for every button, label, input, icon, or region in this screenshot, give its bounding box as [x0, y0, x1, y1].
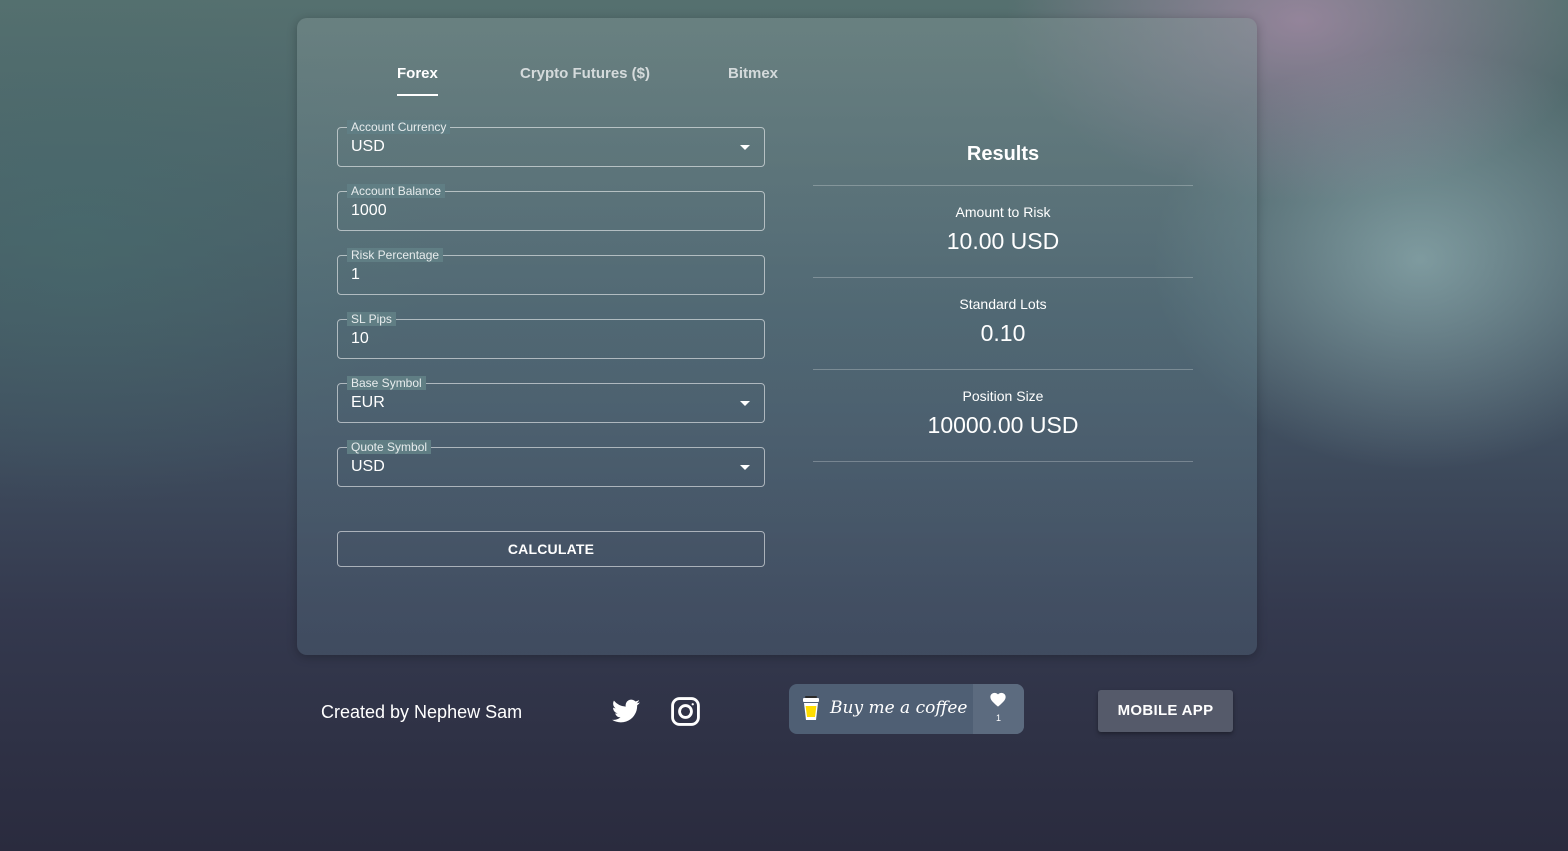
footer-credit: Created by Nephew Sam: [321, 702, 523, 722]
result-value: 0.10: [980, 320, 1026, 346]
calculate-button[interactable]: CALCULATE: [337, 531, 765, 567]
result-label: Standard Lots: [959, 296, 1047, 312]
base-symbol-select[interactable]: Base Symbol EUR: [337, 376, 765, 423]
risk-percentage-input[interactable]: Risk Percentage 1: [337, 248, 765, 295]
sl-pips-input[interactable]: SL Pips 10: [337, 312, 765, 359]
dropdown-caret-icon: [740, 145, 750, 150]
heart-icon: [989, 691, 1007, 712]
account-currency-value: USD: [351, 138, 385, 155]
coffee-like-button[interactable]: 1: [973, 684, 1024, 734]
result-value: 10000.00 USD: [927, 412, 1079, 438]
quote-symbol-label: Quote Symbol: [347, 440, 432, 454]
instagram-icon[interactable]: [670, 696, 701, 732]
account-balance-value: 1000: [351, 202, 387, 219]
result-position-size: Position Size 10000.00 USD: [813, 370, 1193, 462]
dropdown-caret-icon: [740, 401, 750, 406]
base-symbol-label: Base Symbol: [347, 376, 426, 390]
quote-symbol-value: USD: [351, 458, 385, 475]
account-currency-label: Account Currency: [347, 120, 451, 134]
tab-crypto-futures[interactable]: Crypto Futures ($): [520, 56, 650, 96]
coffee-cup-icon: [802, 696, 820, 727]
risk-percentage-value: 1: [351, 266, 360, 283]
result-label: Position Size: [962, 388, 1044, 404]
base-symbol-value: EUR: [351, 394, 385, 411]
tab-forex[interactable]: Forex: [397, 56, 438, 96]
sl-pips-label: SL Pips: [347, 312, 396, 326]
account-currency-select[interactable]: Account Currency USD: [337, 120, 765, 167]
dropdown-caret-icon: [740, 465, 750, 470]
calculator-card: Forex Crypto Futures ($) Bitmex Account …: [297, 18, 1257, 655]
coffee-count: 1: [995, 713, 1001, 723]
result-standard-lots: Standard Lots 0.10: [813, 278, 1193, 370]
results-title: Results: [813, 138, 1193, 186]
quote-symbol-select[interactable]: Quote Symbol USD: [337, 440, 765, 487]
risk-percentage-label: Risk Percentage: [347, 248, 444, 262]
result-label: Amount to Risk: [955, 204, 1051, 220]
result-amount-to-risk: Amount to Risk 10.00 USD: [813, 186, 1193, 278]
result-value: 10.00 USD: [946, 228, 1060, 254]
mobile-app-button[interactable]: MOBILE APP: [1098, 690, 1233, 732]
account-balance-label: Account Balance: [347, 184, 446, 198]
buy-me-a-coffee-label: Buy me a coffee: [830, 698, 968, 718]
results-panel: Results Amount to Risk 10.00 USD Standar…: [813, 138, 1193, 462]
buy-me-a-coffee-button[interactable]: Buy me a coffee: [789, 684, 973, 734]
account-balance-input[interactable]: Account Balance 1000: [337, 184, 765, 231]
twitter-icon[interactable]: [610, 697, 642, 730]
sl-pips-value: 10: [351, 330, 369, 347]
buy-me-a-coffee-widget: Buy me a coffee 1: [789, 684, 1024, 734]
tab-bitmex[interactable]: Bitmex: [728, 56, 778, 96]
